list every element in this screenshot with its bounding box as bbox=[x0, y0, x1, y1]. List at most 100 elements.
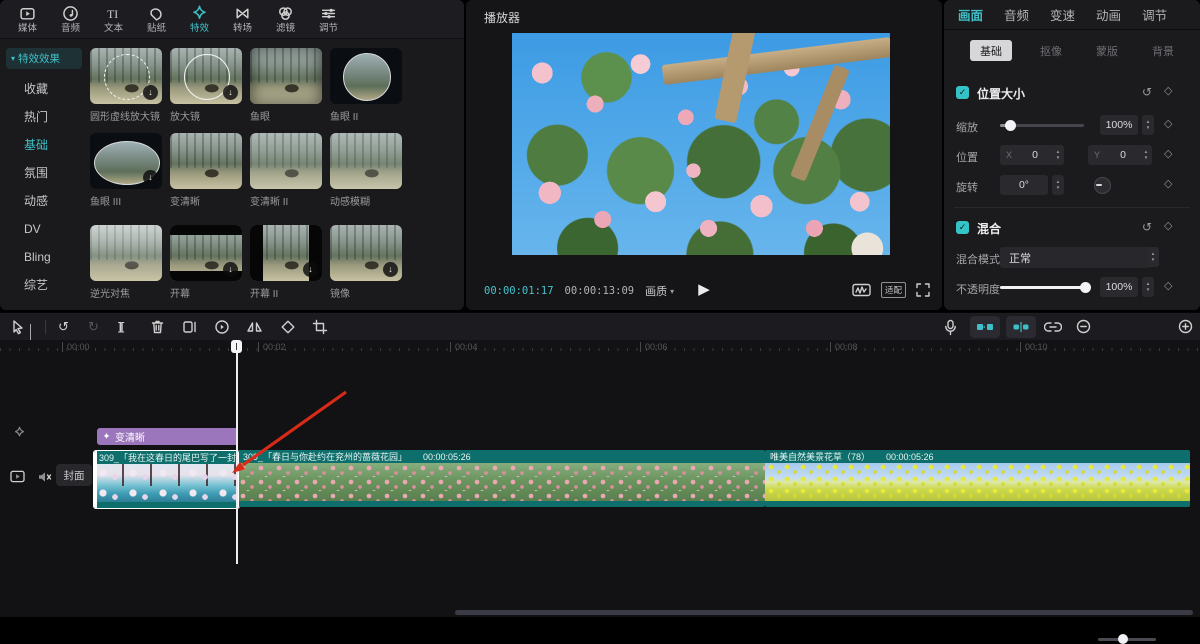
keyframe-icon[interactable]: ◇ bbox=[1164, 86, 1172, 97]
tab-audio[interactable]: 音频 bbox=[1004, 5, 1029, 24]
opacity-stepper[interactable]: ▲▼ bbox=[1142, 277, 1154, 297]
sidebar-item-basic[interactable]: 基础 bbox=[0, 131, 86, 159]
quality-dropdown[interactable]: 画质 ▾ bbox=[645, 283, 674, 299]
effect-clip[interactable]: 变清晰 bbox=[97, 428, 238, 445]
redo-icon[interactable]: ↻ bbox=[88, 319, 99, 335]
timeline-zoom-handle[interactable] bbox=[1118, 634, 1128, 644]
effect-thumb-sharpen-2[interactable] bbox=[250, 133, 322, 189]
reset-icon[interactable]: ↺ bbox=[1142, 221, 1152, 233]
sidebar-item-hot[interactable]: 热门 bbox=[0, 103, 86, 131]
toolbar-item-sticker[interactable]: 贴纸 bbox=[135, 0, 178, 38]
tab-animation[interactable]: 动画 bbox=[1096, 5, 1121, 24]
effect-thumb-fisheye-3[interactable]: ↓ bbox=[90, 133, 162, 189]
effect-card: ↓ 圆形虚线放大镜 bbox=[90, 48, 166, 123]
inspector-tabs: 画面 音频 变速 动画 调节 bbox=[944, 0, 1200, 30]
record-voiceover-icon[interactable] bbox=[944, 319, 957, 336]
sidebar-item-variety[interactable]: 综艺 bbox=[0, 271, 86, 299]
effect-thumb-mirror[interactable]: ↓ bbox=[330, 225, 402, 281]
blend-checkbox[interactable]: ✓ bbox=[956, 221, 969, 234]
effect-card: 动感模糊 bbox=[330, 133, 406, 208]
video-clip-1[interactable]: 309_「我在这春日的尾巴写了一封书信 bbox=[93, 450, 240, 509]
keyframe-icon[interactable]: ◇ bbox=[1164, 149, 1172, 160]
effect-thumb-circle-dashed-magnifier[interactable]: ↓ bbox=[90, 48, 162, 104]
sidebar-item-ambience[interactable]: 氛围 bbox=[0, 159, 86, 187]
tab-picture[interactable]: 画面 bbox=[958, 5, 983, 24]
sidebar-item-bling[interactable]: Bling bbox=[0, 243, 86, 271]
select-cursor-icon[interactable] bbox=[10, 319, 25, 335]
video-clip-2[interactable]: 309_「春日与你赴约在兖州的蔷薇花园」 00:00:05:26 bbox=[238, 450, 765, 507]
toolbar-item-adjust[interactable]: 调节 bbox=[307, 0, 350, 38]
mute-track-icon[interactable] bbox=[38, 471, 52, 483]
scale-slider-handle[interactable] bbox=[1005, 120, 1016, 131]
auto-snap-toggle[interactable] bbox=[1006, 316, 1036, 338]
keyframe-icon[interactable]: ◇ bbox=[1164, 119, 1172, 130]
playhead[interactable] bbox=[236, 340, 238, 564]
scale-value[interactable]: 100% bbox=[1100, 115, 1138, 135]
filter-icon bbox=[277, 5, 294, 22]
rotate-icon[interactable] bbox=[280, 319, 296, 335]
scale-stepper[interactable]: ▲▼ bbox=[1142, 115, 1154, 135]
keyframe-icon[interactable]: ◇ bbox=[1164, 179, 1172, 190]
timeline-ruler[interactable]: 00:00 00:02 00:04 00:06 00:08 00:10 bbox=[0, 340, 1200, 356]
zoom-in-icon[interactable] bbox=[1178, 319, 1193, 334]
toolbar-item-text[interactable]: TI 文本 bbox=[92, 0, 135, 38]
fit-button[interactable]: 适配 bbox=[881, 282, 906, 298]
rotate-stepper[interactable]: ▲▼ bbox=[1052, 175, 1064, 195]
rotate-value[interactable]: 0° bbox=[1000, 175, 1048, 195]
effect-thumb-open-2[interactable]: ↓ bbox=[250, 225, 322, 281]
position-size-checkbox[interactable]: ✓ bbox=[956, 86, 969, 99]
effects-category-header[interactable]: ▾ 特效效果 bbox=[6, 48, 82, 69]
opacity-slider-handle[interactable] bbox=[1080, 282, 1091, 293]
sidebar-item-dynamic[interactable]: 动感 bbox=[0, 187, 86, 215]
toolbar-item-effects[interactable]: 特效 bbox=[178, 0, 221, 38]
video-preview[interactable] bbox=[512, 33, 890, 255]
effect-thumb-backlight[interactable] bbox=[90, 225, 162, 281]
tab-speed[interactable]: 变速 bbox=[1050, 5, 1075, 24]
split-icon[interactable]: ][ bbox=[118, 319, 123, 335]
undo-icon[interactable]: ↺ bbox=[58, 319, 69, 335]
y-position-field[interactable]: Y 0 bbox=[1088, 145, 1148, 165]
tab-adjust[interactable]: 调节 bbox=[1142, 5, 1167, 24]
sidebar-item-dv[interactable]: DV bbox=[0, 215, 86, 243]
sidebar-item-favorites[interactable]: 收藏 bbox=[0, 75, 86, 103]
delete-icon[interactable] bbox=[150, 319, 165, 335]
crop-icon[interactable] bbox=[312, 319, 328, 335]
keyframe-icon[interactable]: ◇ bbox=[1164, 281, 1172, 292]
effect-thumb-sharpen[interactable] bbox=[170, 133, 242, 189]
playhead-handle[interactable] bbox=[231, 340, 242, 353]
opacity-value[interactable]: 100% bbox=[1100, 277, 1138, 297]
rotate-knob[interactable] bbox=[1094, 177, 1111, 194]
effect-thumb-fisheye-2[interactable] bbox=[330, 48, 402, 104]
cover-button[interactable]: 封面 bbox=[56, 464, 92, 486]
reset-icon[interactable]: ↺ bbox=[1142, 86, 1152, 98]
blend-mode-stepper[interactable]: ▲▼ bbox=[1147, 247, 1159, 267]
zoom-out-icon[interactable] bbox=[1076, 319, 1091, 334]
effect-thumb-magnifier[interactable]: ↓ bbox=[170, 48, 242, 104]
blend-mode-dropdown[interactable]: 正常 bbox=[1000, 247, 1151, 268]
video-clip-3[interactable]: 唯美自然美景花草（78） 00:00:05:26 bbox=[765, 450, 1190, 507]
toolbar-item-media[interactable]: 媒体 bbox=[6, 0, 49, 38]
effect-thumb-open[interactable]: ↓ bbox=[170, 225, 242, 281]
reverse-icon[interactable] bbox=[214, 319, 230, 335]
subtab-basic[interactable]: 基础 bbox=[970, 40, 1012, 61]
mirror-icon[interactable] bbox=[246, 319, 263, 335]
freeze-frame-icon[interactable] bbox=[182, 319, 198, 335]
subtab-cutout[interactable]: 抠像 bbox=[1040, 43, 1062, 59]
toolbar-item-audio[interactable]: 音频 bbox=[49, 0, 92, 38]
main-track-magnet-toggle[interactable] bbox=[970, 316, 1000, 338]
toolbar-item-filter[interactable]: 滤镜 bbox=[264, 0, 307, 38]
subtab-mask[interactable]: 蒙版 bbox=[1096, 43, 1118, 59]
effect-thumb-fisheye[interactable] bbox=[250, 48, 322, 104]
horizontal-scrollbar[interactable] bbox=[455, 610, 1193, 615]
toolbar-item-transition[interactable]: 转场 bbox=[221, 0, 264, 38]
x-position-field[interactable]: X 0 bbox=[1000, 145, 1060, 165]
subtab-background[interactable]: 背景 bbox=[1152, 43, 1174, 59]
x-stepper[interactable]: ▲▼ bbox=[1052, 145, 1064, 165]
fullscreen-icon[interactable] bbox=[916, 283, 930, 297]
linkage-icon[interactable] bbox=[1044, 321, 1062, 333]
y-stepper[interactable]: ▲▼ bbox=[1140, 145, 1152, 165]
play-button[interactable]: ▶ bbox=[698, 280, 710, 298]
preview-waveform-icon[interactable] bbox=[852, 283, 871, 297]
keyframe-icon[interactable]: ◇ bbox=[1164, 221, 1172, 232]
effect-thumb-motion-blur[interactable] bbox=[330, 133, 402, 189]
